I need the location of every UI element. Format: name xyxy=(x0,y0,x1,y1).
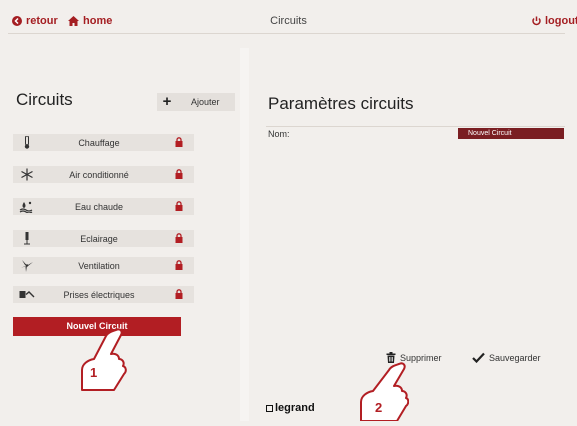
circuit-item-prises-electriques[interactable]: Prises électriques xyxy=(13,286,194,303)
circuit-item-chauffage[interactable]: Chauffage xyxy=(13,134,194,151)
circuit-item-air-conditionne[interactable]: Air conditionné xyxy=(13,166,194,183)
circuit-item-ventilation[interactable]: Ventilation xyxy=(13,257,194,274)
power-icon xyxy=(532,16,541,26)
fan-icon xyxy=(19,259,35,272)
add-label: Ajouter xyxy=(191,97,220,107)
circuits-title: Circuits xyxy=(16,90,73,109)
circuit-label: Air conditionné xyxy=(69,169,129,180)
lock-icon xyxy=(175,137,183,149)
pointing-hand-icon xyxy=(74,326,130,401)
circuit-params-title: Paramètres circuits xyxy=(268,94,414,113)
panel-divider xyxy=(240,48,249,421)
circuit-name-field[interactable]: Nouvel Circuit xyxy=(458,128,564,139)
name-label: Nom: xyxy=(268,129,290,139)
circuit-label: Chauffage xyxy=(78,137,120,148)
lock-icon xyxy=(175,260,183,272)
step-badge-1: 1 xyxy=(90,365,98,380)
snowflake-icon xyxy=(19,168,35,181)
add-circuit-button[interactable]: + Ajouter xyxy=(157,93,235,111)
pointing-hand-icon xyxy=(353,360,410,426)
page-header-title: Circuits xyxy=(270,15,307,27)
logo-square-icon xyxy=(266,404,273,412)
water-heater-icon xyxy=(19,200,35,214)
lamp-icon xyxy=(19,232,35,245)
circuit-label: Prises électriques xyxy=(63,289,135,300)
top-divider xyxy=(8,33,565,34)
lock-icon xyxy=(175,169,183,181)
params-divider xyxy=(266,126,565,127)
lock-icon xyxy=(175,289,183,301)
logout-label: logout xyxy=(545,15,577,27)
step-badge-2: 2 xyxy=(375,400,383,415)
circuit-label: Ventilation xyxy=(78,260,120,271)
thermometer-icon xyxy=(19,135,35,149)
lock-icon xyxy=(175,233,183,245)
lock-icon xyxy=(175,201,183,213)
legrand-logo: legrand xyxy=(266,402,315,414)
circuit-label: Eclairage xyxy=(80,233,118,244)
logout-link[interactable]: logout xyxy=(532,15,577,27)
circuit-item-eau-chaude[interactable]: Eau chaude xyxy=(13,198,194,215)
save-button[interactable]: Sauvegarder xyxy=(472,352,541,363)
circuit-item-eclairage[interactable]: Eclairage xyxy=(13,230,194,247)
check-icon xyxy=(472,352,485,363)
plug-icon xyxy=(19,288,35,301)
circuit-label: Eau chaude xyxy=(74,201,124,212)
save-label: Sauvegarder xyxy=(489,352,541,363)
plus-icon: + xyxy=(162,93,172,110)
